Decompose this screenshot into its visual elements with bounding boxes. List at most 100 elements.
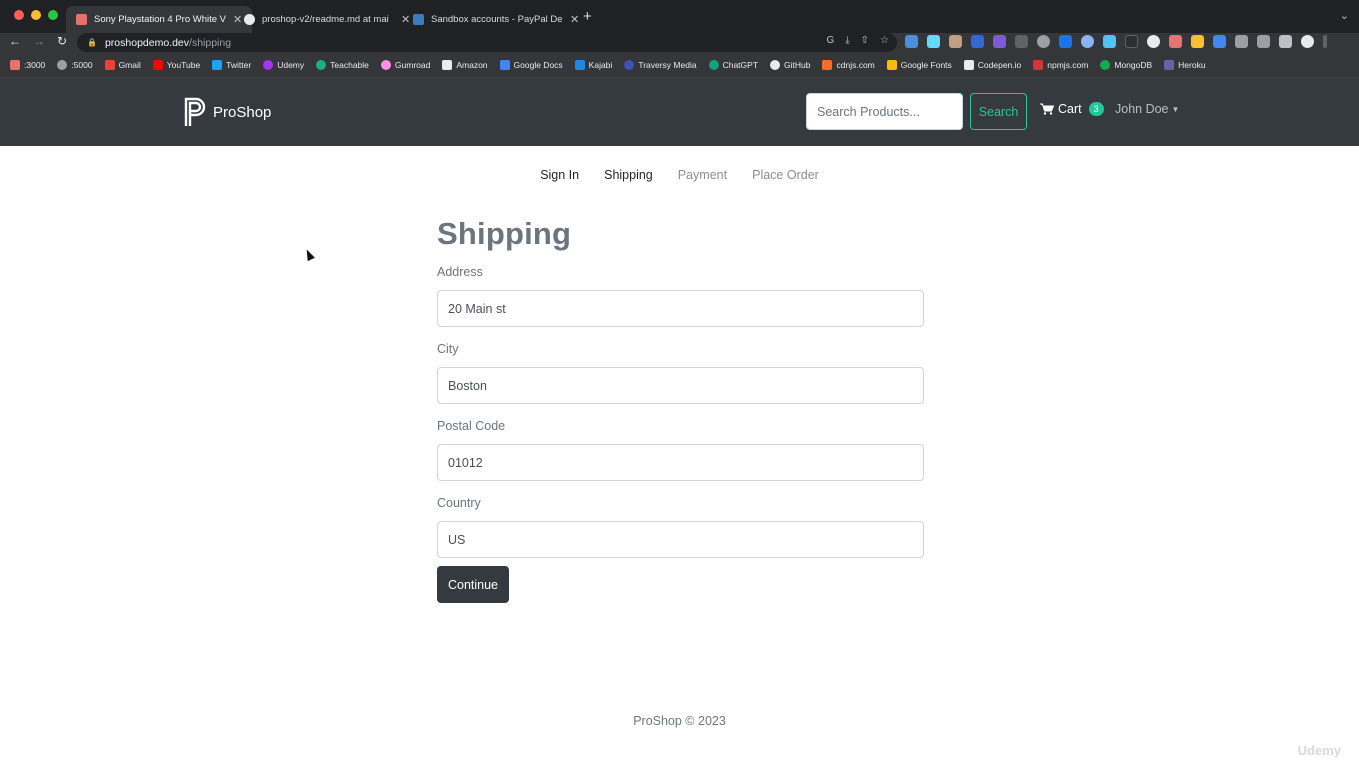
bookmark-label: :3000	[24, 60, 46, 70]
postal-code-input[interactable]: 01012	[437, 444, 924, 481]
bookmark-item[interactable]: Heroku	[1164, 60, 1206, 70]
puzzle-icon[interactable]	[1235, 35, 1248, 48]
cart-label: Cart	[1058, 102, 1082, 116]
bookmark-item[interactable]: Twitter	[212, 60, 251, 70]
bookmark-item[interactable]: ChatGPT	[708, 60, 759, 70]
back-arrow-icon[interactable]: ←	[9, 34, 21, 48]
bookmark-item[interactable]: Codepen.io	[963, 60, 1022, 70]
gumroad-icon	[380, 60, 391, 70]
step-shipping[interactable]: Shipping	[604, 168, 653, 182]
address-input[interactable]: 20 Main st	[437, 290, 924, 327]
user-dropdown[interactable]: John Doe ▼	[1115, 102, 1179, 116]
browser-tab-2[interactable]: proshop-v2/readme.md at mai ✕	[234, 6, 420, 33]
address-row: ← → ↻ 🔒 proshopdemo.dev/shipping G ⤓ ⇧ ☆	[0, 33, 1359, 53]
extension-icon[interactable]	[949, 35, 962, 48]
mongodb-icon	[1100, 60, 1111, 70]
browser-tab-1[interactable]: Sony Playstation 4 Pro White V ✕	[66, 6, 253, 33]
url-host: proshopdemo.dev	[104, 36, 190, 49]
bookmark-item[interactable]: Amazon	[442, 60, 488, 70]
tab-title: proshop-v2/readme.md at mai	[262, 14, 389, 25]
app-navbar: ProShop Search Cart 3 John Doe ▼	[0, 78, 1359, 146]
bookmark-item[interactable]: Traversy Media	[624, 60, 697, 70]
bookmark-label: ChatGPT	[722, 60, 759, 70]
bookmark-label: npmjs.com	[1047, 60, 1089, 70]
bookmark-item[interactable]: GitHub	[770, 60, 810, 70]
gear-icon[interactable]	[1081, 35, 1094, 48]
user-name: John Doe	[1115, 102, 1169, 116]
bookmark-item[interactable]: Udemy	[263, 60, 304, 70]
bookmark-label: Teachable	[330, 60, 369, 70]
shipping-form: Shipping Address 20 Main st City Boston …	[437, 216, 924, 603]
tab-search-chevron-icon[interactable]: ⌄	[1340, 9, 1349, 22]
google-lens-icon[interactable]: G	[826, 35, 834, 46]
extension-icon[interactable]	[1059, 35, 1072, 48]
bookmark-item[interactable]: Gmail	[104, 60, 141, 70]
extension-icon[interactable]	[1169, 35, 1182, 48]
minimize-window-button[interactable]	[31, 10, 41, 20]
bookmark-label: Heroku	[1178, 60, 1206, 70]
kebab-menu-icon[interactable]	[1323, 35, 1327, 48]
sidebar-icon[interactable]	[1279, 35, 1292, 48]
bookmark-item[interactable]: Google Docs	[499, 60, 563, 70]
extension-icon[interactable]	[905, 35, 918, 48]
forward-arrow-icon[interactable]: →	[33, 34, 45, 48]
extension-icons	[905, 35, 1327, 48]
udemy-watermark: Udemy	[1297, 743, 1341, 758]
bookmark-item[interactable]: :5000	[57, 60, 93, 70]
postal-code-label: Postal Code	[437, 419, 506, 433]
country-input[interactable]: US	[437, 521, 924, 558]
store-icon	[76, 14, 87, 25]
extension-icon[interactable]	[993, 35, 1006, 48]
install-icon[interactable]: ⤓	[845, 35, 849, 46]
close-window-button[interactable]	[14, 10, 24, 20]
bookmark-label: Kajabi	[588, 60, 613, 70]
profile-avatar-icon[interactable]	[1301, 35, 1314, 48]
download-icon[interactable]	[1257, 35, 1270, 48]
code-brackets-icon	[822, 60, 833, 70]
mouse-cursor-icon	[303, 247, 315, 262]
continue-button[interactable]: Continue	[437, 566, 509, 603]
github-icon	[770, 60, 781, 70]
bookmark-item[interactable]: Kajabi	[574, 60, 613, 70]
bookmark-item[interactable]: MongoDB	[1100, 60, 1152, 70]
bookmark-item[interactable]: Teachable	[316, 60, 369, 70]
page-title: Shipping	[437, 216, 572, 251]
google-fonts-icon	[886, 60, 897, 70]
close-tab-icon[interactable]: ✕	[570, 13, 579, 26]
bookmark-item[interactable]: Gumroad	[380, 60, 430, 70]
bookmark-star-icon[interactable]: ☆	[880, 35, 889, 46]
extension-icon[interactable]	[1103, 35, 1116, 48]
twitter-icon	[212, 60, 223, 70]
cart-count-badge: 3	[1088, 102, 1104, 116]
gear-icon[interactable]	[1037, 35, 1050, 48]
bookmark-item[interactable]: Google Fonts	[886, 60, 952, 70]
footer-copyright: ProShop © 2023	[633, 714, 726, 728]
extension-icon[interactable]	[1213, 35, 1226, 48]
reload-icon[interactable]: ↻	[57, 34, 67, 48]
extension-icon[interactable]	[1147, 35, 1160, 48]
bookmark-item[interactable]: cdnjs.com	[822, 60, 875, 70]
maximize-window-button[interactable]	[48, 10, 58, 20]
bookmarks-bar: :3000 :5000 Gmail YouTube Twitter Udemy …	[0, 53, 1359, 78]
share-icon[interactable]: ⇧	[861, 35, 869, 46]
new-tab-icon[interactable]: +	[583, 8, 592, 25]
extension-icon[interactable]	[1015, 35, 1028, 48]
react-devtools-icon[interactable]	[927, 35, 940, 48]
extension-icon[interactable]	[1191, 35, 1204, 48]
bookmark-item[interactable]: npmjs.com	[1033, 60, 1088, 70]
browser-tab-3[interactable]: Sandbox accounts - PayPal De ✕	[403, 6, 589, 33]
search-input[interactable]	[806, 93, 963, 130]
search-button[interactable]: Search	[970, 93, 1027, 130]
step-sign-in[interactable]: Sign In	[540, 168, 579, 182]
bookmark-label: Codepen.io	[977, 60, 1022, 70]
extension-icon[interactable]	[1125, 35, 1138, 48]
city-input[interactable]: Boston	[437, 367, 924, 404]
address-bar[interactable]: 🔒 proshopdemo.dev/shipping G ⤓ ⇧ ☆	[77, 33, 897, 52]
bookmark-item[interactable]: :3000	[10, 60, 45, 70]
cart-link[interactable]: Cart 3	[1040, 102, 1104, 116]
bookmark-item[interactable]: YouTube	[152, 60, 200, 70]
brand-link[interactable]: ProShop	[183, 96, 271, 128]
url-path: /shipping	[189, 36, 232, 49]
extension-icon[interactable]	[971, 35, 984, 48]
npm-icon	[1033, 60, 1044, 70]
